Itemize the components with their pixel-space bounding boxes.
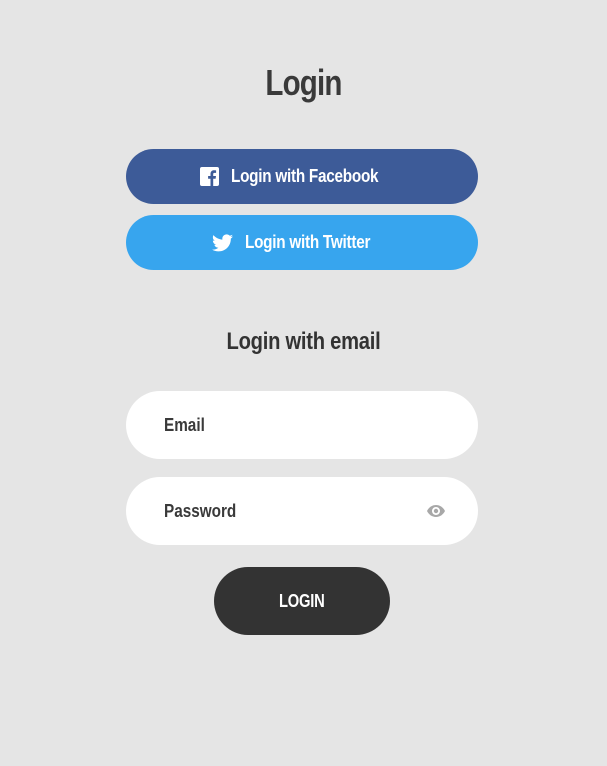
twitter-icon xyxy=(211,233,233,252)
login-button-label: LOGIN xyxy=(279,590,325,611)
login-with-twitter-button[interactable]: Login with Twitter xyxy=(126,215,478,270)
email-field-container xyxy=(126,391,478,459)
twitter-button-label: Login with Twitter xyxy=(244,232,371,252)
facebook-icon xyxy=(199,167,219,186)
login-with-facebook-button[interactable]: Login with Facebook xyxy=(126,149,478,204)
facebook-button-label: Login with Facebook xyxy=(230,166,379,186)
page-title: Login xyxy=(265,62,342,103)
password-field-container xyxy=(126,477,478,545)
eye-icon[interactable] xyxy=(427,503,445,519)
password-field[interactable] xyxy=(164,500,377,522)
email-field[interactable] xyxy=(164,414,377,436)
email-section-heading: Login with email xyxy=(226,328,381,355)
login-submit-button[interactable]: LOGIN xyxy=(214,567,390,635)
